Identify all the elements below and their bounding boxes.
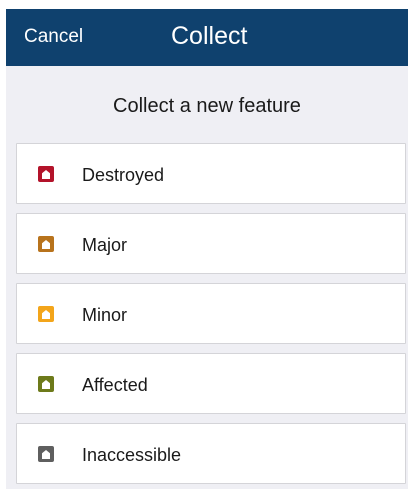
cancel-button[interactable]: Cancel <box>24 26 83 48</box>
page-heading: Collect a new feature <box>113 95 301 117</box>
collect-screen: Cancel Collect Collect a new feature Des… <box>0 0 411 489</box>
feature-item-destroyed[interactable]: Destroyed <box>16 143 406 204</box>
feature-item-affected[interactable]: Affected <box>16 353 406 414</box>
damage-affected-icon <box>37 375 55 393</box>
feature-label: Minor <box>82 305 128 325</box>
damage-minor-icon <box>37 305 55 323</box>
nav-title: Collect <box>171 22 248 50</box>
feature-label: Affected <box>82 375 148 395</box>
feature-picker: Collect a new feature Destroyed Major Mi… <box>6 66 408 489</box>
inaccessible-icon <box>37 445 55 463</box>
feature-item-minor[interactable]: Minor <box>16 283 406 344</box>
feature-label: Inaccessible <box>82 445 182 465</box>
feature-item-inaccessible[interactable]: Inaccessible <box>16 423 406 484</box>
feature-item-major[interactable]: Major <box>16 213 406 274</box>
feature-label: Major <box>82 235 128 255</box>
damage-major-icon <box>37 235 55 253</box>
nav-bar: Cancel Collect <box>6 9 408 66</box>
feature-label: Destroyed <box>82 165 165 185</box>
damage-destroyed-icon <box>37 165 55 183</box>
